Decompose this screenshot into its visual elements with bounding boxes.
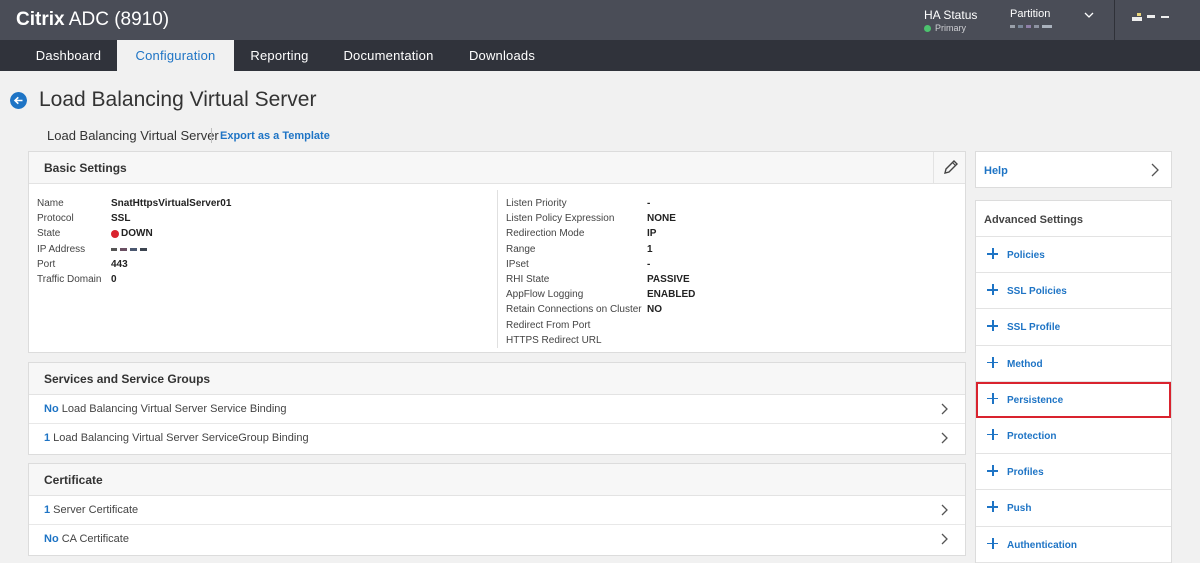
user-menu[interactable]: [1132, 13, 1170, 21]
panel-title: Basic Settings: [44, 161, 127, 175]
plus-icon: [987, 501, 998, 513]
basic-settings-header: Basic Settings: [29, 152, 965, 184]
basic-settings-panel: Basic Settings Name SnatHttpsVirtualServe…: [28, 151, 966, 353]
advanced-item-push[interactable]: Push: [976, 490, 1171, 527]
plus-icon: [987, 465, 998, 477]
advanced-item-method[interactable]: Method: [976, 346, 1171, 382]
help-button[interactable]: Help: [975, 151, 1172, 188]
basic-right-column: Listen Priority - Listen Policy Expressio…: [506, 196, 695, 348]
state-value: DOWN: [121, 228, 153, 240]
partition-selector[interactable]: Partition: [1010, 8, 1052, 28]
pencil-icon: [944, 160, 958, 174]
kv-row: IP Address: [37, 242, 231, 257]
divider: [1114, 0, 1115, 40]
product-brand: Citrix ADC (8910): [16, 9, 170, 30]
tab-downloads[interactable]: Downloads: [452, 40, 552, 71]
ca-certificate-row[interactable]: No CA Certificate: [29, 525, 965, 554]
top-bar: Citrix ADC (8910) HA Status Primary Part…: [0, 0, 1200, 40]
chevron-right-icon: [941, 533, 948, 545]
services-panel: Services and Service Groups No Load Bala…: [28, 362, 966, 455]
server-certificate-row[interactable]: 1 Server Certificate: [29, 496, 965, 525]
plus-icon: [987, 284, 998, 296]
kv-row: Listen Priority -: [506, 198, 651, 209]
plus-icon: [987, 248, 998, 259]
kv-row: Range 1: [506, 243, 653, 255]
chevron-down-icon: [1161, 16, 1169, 18]
state-down-icon: [111, 229, 119, 238]
certificate-panel: Certificate 1 Server Certificate No CA C…: [28, 463, 966, 556]
kv-row: Traffic Domain 0: [37, 273, 117, 285]
edit-button[interactable]: [933, 152, 965, 184]
servicegroup-binding-row[interactable]: 1 Load Balancing Virtual Server ServiceG…: [29, 424, 965, 453]
plus-icon: [987, 320, 998, 332]
user-name-icon: [1147, 15, 1155, 18]
partition-label: Partition: [1010, 8, 1051, 20]
kv-row: State DOWN: [37, 226, 231, 241]
advanced-item-ssl-policies[interactable]: SSL Policies: [976, 273, 1171, 310]
kv-row: Redirection Mode IP: [506, 228, 657, 240]
tab-dashboard[interactable]: Dashboard: [20, 40, 117, 71]
kv-row: Redirect From Port: [506, 319, 591, 331]
export-template-link[interactable]: Export as a Template: [220, 130, 330, 142]
plus-icon: [987, 537, 998, 549]
partition-value: [1010, 25, 1052, 28]
tab-reporting[interactable]: Reporting: [234, 40, 325, 71]
advanced-item-persistence[interactable]: Persistence: [976, 381, 1171, 418]
status-ok-icon: [924, 24, 931, 32]
kv-row: Port 443: [37, 258, 128, 270]
plus-icon: [987, 392, 998, 404]
services-header: Services and Service Groups: [29, 363, 965, 395]
kv-row: Listen Policy Expression NONE: [506, 213, 676, 225]
ha-status[interactable]: HA Status Primary: [924, 8, 977, 33]
page-title: Load Balancing Virtual Server: [39, 88, 317, 111]
help-label: Help: [984, 165, 1008, 177]
advanced-item-authentication[interactable]: Authentication: [976, 527, 1171, 563]
ip-redacted: [111, 242, 147, 257]
advanced-item-policies[interactable]: Policies: [976, 237, 1171, 274]
chevron-down-icon[interactable]: [1084, 10, 1094, 20]
kv-row: RHI State PASSIVE: [506, 273, 690, 285]
advanced-item-profiles[interactable]: Profiles: [976, 454, 1171, 491]
kv-row: AppFlow Logging ENABLED: [506, 289, 696, 301]
tab-documentation[interactable]: Documentation: [325, 40, 452, 71]
kv-row: Name SnatHttpsVirtualServer01: [37, 198, 232, 209]
advanced-settings-panel: Advanced Settings Policies SSL Policies …: [975, 200, 1172, 563]
basic-left-column: Name SnatHttpsVirtualServer01 Protocol SSL…: [37, 196, 231, 287]
breadcrumb: Load Balancing Virtual Server: [47, 128, 219, 143]
chevron-right-icon: [941, 432, 948, 444]
chevron-right-icon: [1151, 163, 1159, 177]
back-arrow-icon[interactable]: [10, 92, 27, 109]
user-icon: [1132, 13, 1142, 21]
kv-row: HTTPS Redirect URL: [506, 334, 602, 346]
ha-status-sub: Primary: [924, 23, 977, 33]
advanced-item-protection[interactable]: Protection: [976, 418, 1171, 455]
main-nav: Dashboard Configuration Reporting Docume…: [0, 40, 1200, 71]
kv-row: Retain Connections on Cluster NO: [506, 304, 662, 316]
plus-icon: [987, 428, 998, 440]
service-binding-row[interactable]: No Load Balancing Virtual Server Service…: [29, 395, 965, 424]
ha-status-title: HA Status: [924, 8, 978, 22]
chevron-right-icon: [941, 403, 948, 415]
column-divider: [497, 190, 498, 348]
chevron-right-icon: [941, 504, 948, 516]
advanced-settings-header: Advanced Settings: [976, 201, 1171, 237]
kv-row: IPset -: [506, 258, 651, 270]
divider: [211, 128, 212, 143]
certificate-header: Certificate: [29, 464, 965, 496]
advanced-item-ssl-profile[interactable]: SSL Profile: [976, 309, 1171, 346]
kv-row: Protocol SSL: [37, 213, 131, 225]
tab-configuration[interactable]: Configuration: [117, 40, 234, 71]
plus-icon: [987, 356, 998, 368]
